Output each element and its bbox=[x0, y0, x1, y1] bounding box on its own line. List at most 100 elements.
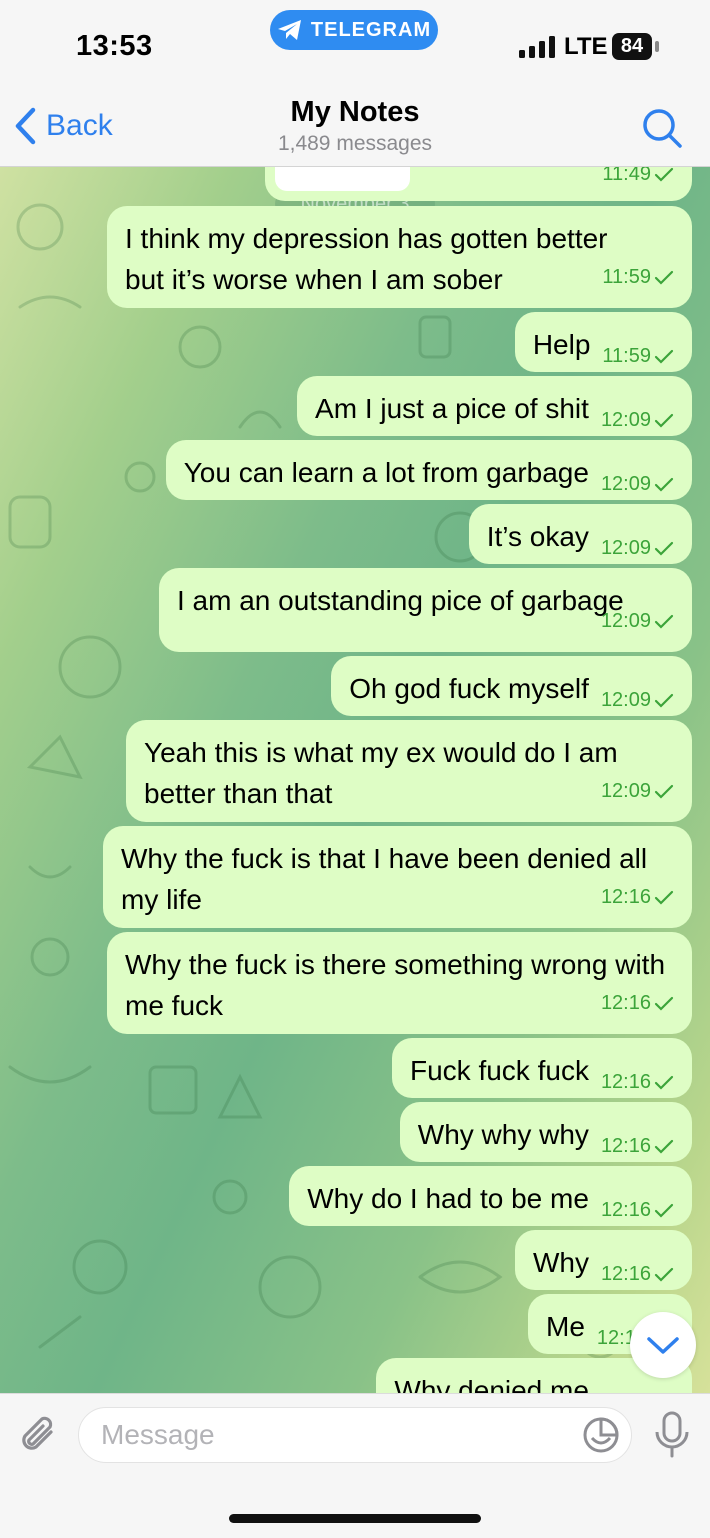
message-meta: 12:09 bbox=[601, 601, 674, 642]
check-icon bbox=[654, 693, 674, 708]
telegram-badge[interactable]: TELEGRAM bbox=[270, 10, 438, 50]
chat-area[interactable]: November 3 11:49 I think my depression h… bbox=[0, 167, 710, 1393]
message-time: 12:09 bbox=[600, 409, 651, 431]
check-icon bbox=[654, 541, 674, 556]
chat-title[interactable]: My Notes bbox=[0, 96, 710, 129]
message-text: I think my depression has gotten better … bbox=[125, 223, 608, 295]
chevron-down-icon bbox=[647, 1337, 679, 1354]
check-icon bbox=[654, 349, 674, 364]
message-text: Why denied me bbox=[394, 1375, 589, 1393]
message-time: 11:59 bbox=[602, 345, 651, 367]
message-bubble[interactable]: I am an outstanding pice of garbage 12:0… bbox=[159, 568, 692, 652]
status-bar: 13:53 TELEGRAM LTE 84 bbox=[0, 0, 710, 90]
message-meta: 12:16 bbox=[601, 1126, 674, 1167]
battery-icon: 84 bbox=[612, 33, 652, 60]
message-meta: 12:09 bbox=[601, 771, 674, 812]
check-icon bbox=[654, 614, 674, 629]
message-time: 12:16 bbox=[600, 886, 651, 908]
message-meta: 12:16 bbox=[601, 877, 674, 918]
check-icon bbox=[654, 890, 674, 905]
message-time: 12:16 bbox=[600, 1135, 651, 1157]
message-time: 12:09 bbox=[600, 610, 651, 632]
message-bubble[interactable]: Am I just a pice of shit 12:09 bbox=[297, 376, 692, 436]
message-bubble[interactable]: Help 11:59 bbox=[514, 312, 692, 372]
battery-nub bbox=[655, 41, 659, 52]
message-text: Why why why bbox=[417, 1119, 589, 1150]
telegram-badge-label: TELEGRAM bbox=[310, 18, 432, 41]
check-icon bbox=[654, 1267, 674, 1282]
message-input[interactable] bbox=[78, 1407, 632, 1463]
home-indicator bbox=[229, 1514, 481, 1523]
message-meta: 12:09 bbox=[601, 400, 674, 441]
message-text: Oh god fuck myself bbox=[349, 673, 589, 704]
check-icon bbox=[654, 1139, 674, 1154]
message-bubble[interactable]: Oh god fuck myself 12:09 bbox=[331, 656, 692, 716]
message-text: Am I just a pice of shit bbox=[315, 393, 589, 424]
check-icon bbox=[654, 477, 674, 492]
message-meta: 11:49 bbox=[602, 167, 674, 195]
message-bubble[interactable]: It’s okay 12:09 bbox=[468, 504, 692, 564]
signal-icon bbox=[519, 36, 555, 58]
message-meta: 12:16 bbox=[601, 983, 674, 1024]
message-text: You can learn a lot from garbage bbox=[183, 457, 589, 488]
message-bubble[interactable]: Yeah this is what my ex would do I am be… bbox=[126, 720, 692, 822]
check-icon bbox=[654, 1203, 674, 1218]
message-meta: 12:16 bbox=[601, 1254, 674, 1295]
message-text: Me bbox=[546, 1311, 585, 1342]
paperclip-icon[interactable] bbox=[18, 1412, 60, 1458]
message-time: 11:49 bbox=[602, 167, 651, 185]
telegram-plane-icon bbox=[277, 20, 301, 40]
message-time: 12:16 bbox=[600, 1199, 651, 1221]
message-text: It’s okay bbox=[486, 521, 589, 552]
message-time: 12:16 bbox=[600, 1263, 651, 1285]
message-meta: 11:59 bbox=[602, 336, 674, 377]
message-meta: 12:16 bbox=[601, 1190, 674, 1231]
message-time: 12:09 bbox=[600, 689, 651, 711]
scroll-to-bottom-button[interactable] bbox=[630, 1312, 696, 1378]
message-text: Why do I had to be me bbox=[307, 1183, 589, 1214]
clock: 13:53 bbox=[76, 30, 153, 62]
check-icon bbox=[654, 996, 674, 1011]
check-icon bbox=[654, 1075, 674, 1090]
network-type: LTE bbox=[564, 33, 608, 60]
message-time: 12:16 bbox=[600, 1071, 651, 1093]
chat-header: Back My Notes 1,489 messages bbox=[0, 90, 710, 167]
check-icon bbox=[654, 413, 674, 428]
message-count: 1,489 messages bbox=[277, 132, 433, 155]
message-text: Yeah this is what my ex would do I am be… bbox=[144, 737, 618, 809]
message-meta: 12:16 bbox=[601, 1382, 674, 1393]
message-text: Why bbox=[532, 1247, 589, 1278]
message-bubble[interactable]: You can learn a lot from garbage 12:09 bbox=[165, 440, 692, 500]
message-meta: 12:09 bbox=[601, 680, 674, 721]
message-bubble[interactable]: Why the fuck is that I have been denied … bbox=[103, 826, 692, 928]
message-time: 12:09 bbox=[600, 473, 651, 495]
search-icon[interactable] bbox=[640, 106, 684, 150]
message-time: 12:09 bbox=[600, 537, 651, 559]
microphone-icon[interactable] bbox=[652, 1410, 692, 1460]
message-meta: 11:59 bbox=[602, 257, 674, 298]
message-text: Help bbox=[532, 329, 591, 360]
message-meta: 12:09 bbox=[601, 464, 674, 505]
message-time: 12:16 bbox=[600, 992, 651, 1014]
message-meta: 12:16 bbox=[601, 1062, 674, 1103]
message-bubble[interactable]: Why do I had to be me 12:16 bbox=[289, 1166, 692, 1226]
message-time: 11:59 bbox=[602, 266, 651, 288]
message-bubble[interactable]: Fuck fuck fuck 12:16 bbox=[392, 1038, 692, 1098]
image-thumbnail[interactable] bbox=[275, 167, 410, 191]
message-meta: 12:09 bbox=[601, 528, 674, 569]
message-text: I am an outstanding pice of garbage bbox=[177, 585, 624, 616]
sticker-icon[interactable] bbox=[582, 1416, 620, 1454]
message-bubble[interactable]: I think my depression has gotten better … bbox=[107, 206, 692, 308]
message-text: Why the fuck is that I have been denied … bbox=[121, 843, 648, 915]
message-text: Why the fuck is there something wrong wi… bbox=[125, 949, 666, 1021]
message-bubble[interactable]: Why 12:16 bbox=[514, 1230, 692, 1290]
check-icon bbox=[654, 270, 674, 285]
message-bubble[interactable]: Why why why 12:16 bbox=[399, 1102, 692, 1162]
message-time: 12:16 bbox=[601, 1382, 651, 1393]
message-composer bbox=[0, 1393, 710, 1538]
message-time: 12:09 bbox=[600, 780, 651, 802]
check-icon bbox=[654, 784, 674, 799]
message-text: Fuck fuck fuck bbox=[410, 1055, 589, 1086]
check-icon bbox=[654, 167, 674, 182]
message-bubble[interactable]: Why the fuck is there something wrong wi… bbox=[107, 932, 692, 1034]
